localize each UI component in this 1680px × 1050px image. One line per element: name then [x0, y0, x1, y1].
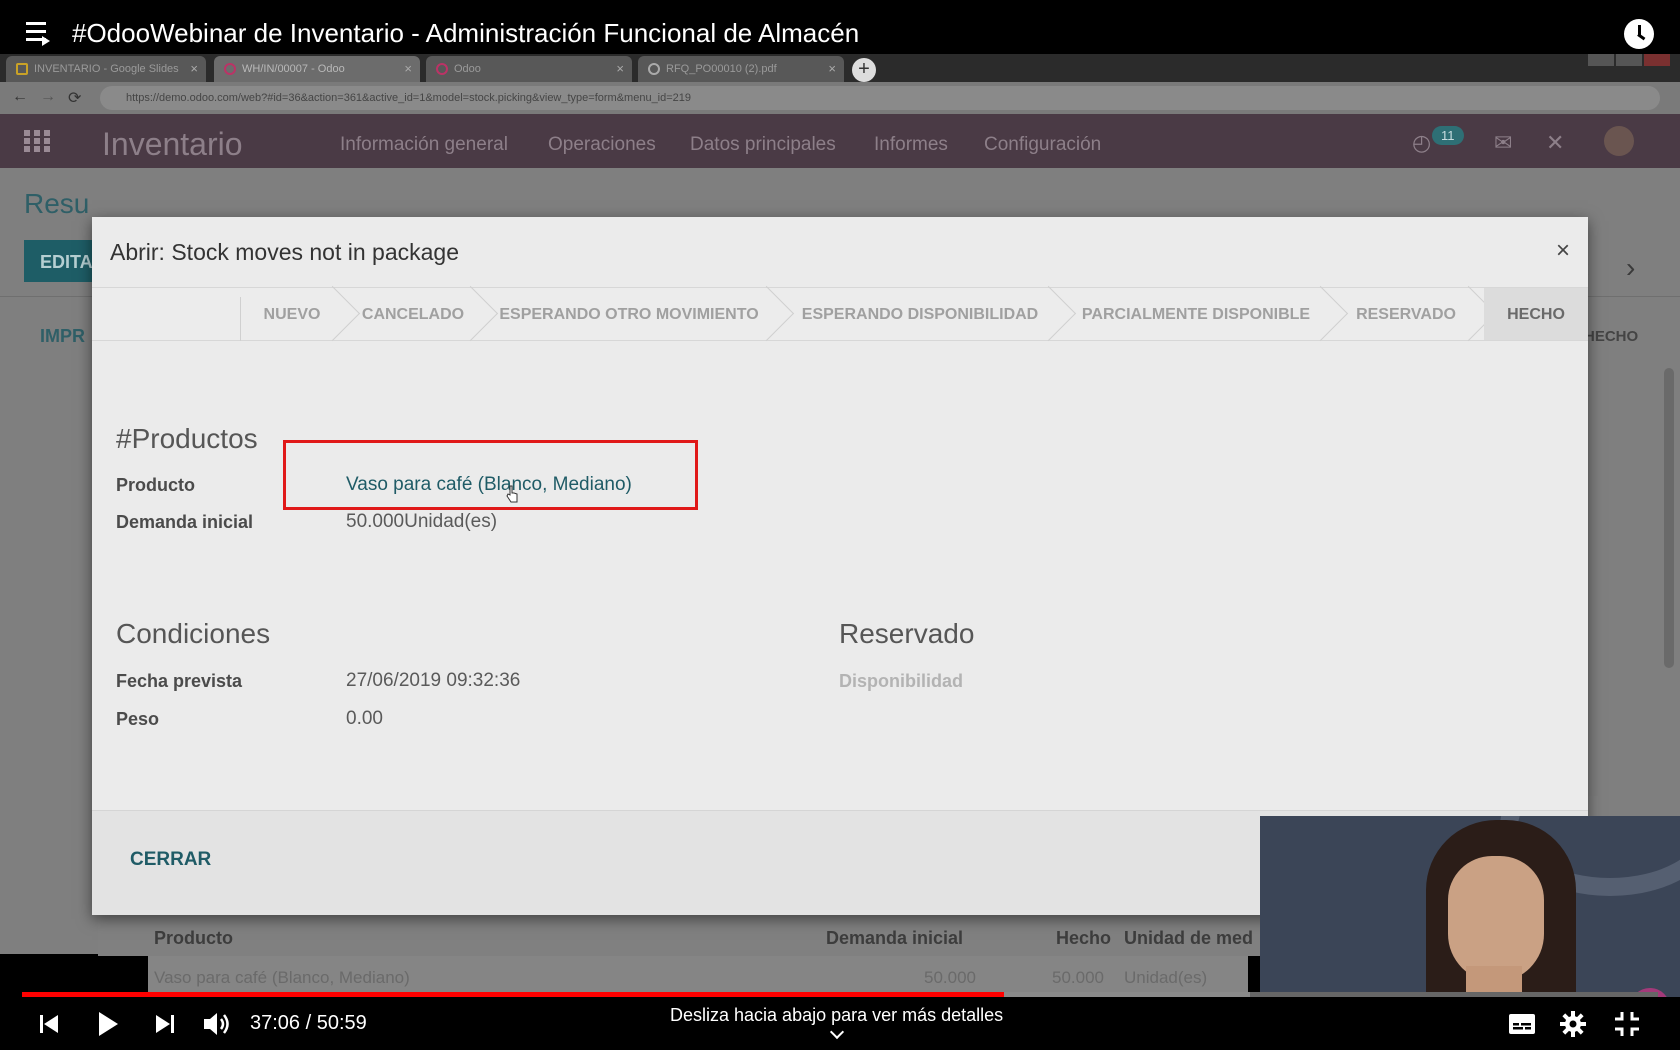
column-header-unidad[interactable]: Unidad de med — [1124, 928, 1253, 949]
page-scrollbar[interactable] — [1664, 368, 1674, 668]
highlight-box — [283, 440, 698, 510]
volume-icon[interactable] — [202, 1011, 232, 1037]
video-controls: 37:06 / 50:59 Desliza hacia abajo para v… — [0, 997, 1680, 1050]
column-header-demanda[interactable]: Demanda inicial — [826, 928, 963, 949]
close-button[interactable]: CERRAR — [130, 849, 211, 871]
stage-esperando-disponibilidad[interactable]: ESPERANDO DISPONIBILIDAD — [784, 288, 1056, 340]
apps-grid-icon[interactable] — [24, 130, 50, 152]
scroll-hint: Desliza hacia abajo para ver más detalle… — [670, 1005, 1004, 1025]
browser-tab-strip: INVENTARIO - Google Slides × WH/IN/00007… — [0, 54, 1680, 82]
chat-icon[interactable]: ✉ — [1494, 130, 1512, 156]
settings-gear-icon[interactable] — [1560, 1011, 1586, 1037]
field-label-peso: Peso — [116, 709, 160, 729]
menu-informes[interactable]: Informes — [874, 134, 948, 156]
menu-configuracion[interactable]: Configuración — [984, 134, 1101, 156]
time-display: 37:06 / 50:59 — [250, 1012, 367, 1034]
stock-move-dialog: Abrir: Stock moves not in package × NUEV… — [92, 217, 1588, 915]
section-heading-productos: #Productos — [116, 423, 258, 454]
odoo-icon — [224, 63, 236, 75]
maximize-window-icon[interactable] — [1616, 54, 1642, 66]
new-tab-button[interactable]: + — [852, 58, 876, 82]
globe-icon — [648, 63, 660, 75]
stage-nuevo[interactable]: NUEVO — [244, 288, 340, 340]
breadcrumb[interactable]: Resu — [24, 188, 89, 220]
status-bar: NUEVO CANCELADO ESPERANDO OTRO MOVIMIENT… — [92, 287, 1588, 341]
status-stage-done: HECHO — [1584, 328, 1639, 345]
watch-later-icon[interactable] — [1624, 19, 1654, 49]
menu-operaciones[interactable]: Operaciones — [548, 134, 656, 156]
table-cell: 50.000 — [924, 968, 976, 987]
activity-count-badge: 11 — [1432, 126, 1464, 145]
subtitles-icon[interactable] — [1508, 1013, 1536, 1035]
minimize-window-icon[interactable] — [1588, 54, 1614, 66]
video-title[interactable]: #OdooWebinar de Inventario - Administrac… — [72, 18, 859, 49]
browser-tab[interactable]: INVENTARIO - Google Slides × — [6, 56, 206, 82]
browser-tab[interactable]: WH/IN/00007 - Odoo × — [214, 56, 420, 82]
close-tab-icon[interactable]: × — [190, 61, 198, 76]
menu-informacion-general[interactable]: Información general — [340, 134, 508, 156]
field-label-producto: Producto — [116, 475, 195, 495]
browser-tab-label: WH/IN/00007 - Odoo — [242, 63, 345, 75]
browser-tab-label: INVENTARIO - Google Slides — [34, 63, 179, 75]
previous-video-icon[interactable] — [38, 1013, 60, 1035]
playlist-menu-icon[interactable] — [26, 22, 52, 46]
app-name[interactable]: Inventario — [102, 126, 243, 163]
browser-tab[interactable]: RFQ_PO00010 (2).pdf × — [638, 56, 844, 82]
back-arrow-icon[interactable]: ← — [12, 88, 28, 106]
stage-reservado[interactable]: RESERVADO — [1336, 288, 1476, 340]
menu-datos-principales[interactable]: Datos principales — [690, 134, 836, 156]
field-value-demanda: 50.000Unidad(es) — [346, 511, 498, 532]
close-tab-icon[interactable]: × — [828, 61, 836, 76]
field-value-fecha: 27/06/2019 09:32:36 — [346, 670, 521, 691]
debug-tools-icon[interactable]: ✕ — [1546, 130, 1564, 156]
close-tab-icon[interactable]: × — [404, 61, 412, 76]
forward-arrow-icon[interactable]: → — [40, 88, 56, 106]
hand-cursor-icon — [506, 485, 518, 503]
close-icon[interactable]: × — [1556, 237, 1570, 265]
chevron-down-icon — [829, 1024, 845, 1040]
column-header-hecho[interactable]: Hecho — [1056, 928, 1111, 949]
browser-tab-label: RFQ_PO00010 (2).pdf — [666, 63, 777, 75]
column-header-producto[interactable]: Producto — [154, 928, 233, 949]
field-label-disponibilidad: Disponibilidad — [839, 671, 963, 691]
video-player[interactable]: #OdooWebinar de Inventario - Administrac… — [0, 0, 1680, 1050]
field-label-fecha: Fecha prevista — [116, 671, 243, 691]
browser-tab-label: Odoo — [454, 63, 481, 75]
table-cell: 50.000 — [1052, 968, 1104, 987]
stage-parcialmente-disponible[interactable]: PARCIALMENTE DISPONIBLE — [1064, 288, 1328, 340]
stage-cancelado[interactable]: CANCELADO — [348, 288, 478, 340]
section-heading-condiciones: Condiciones — [116, 618, 271, 649]
browser-toolbar: ← → ⟳ https://demo.odoo.com/web?#id=36&a… — [0, 82, 1680, 114]
odoo-icon — [436, 63, 448, 75]
exit-fullscreen-icon[interactable] — [1614, 1011, 1640, 1037]
dialog-header: Abrir: Stock moves not in package × — [92, 217, 1588, 287]
print-button[interactable]: IMPR — [40, 326, 85, 347]
next-record-icon[interactable]: › — [1626, 252, 1635, 284]
edit-button[interactable]: EDITA — [24, 240, 94, 282]
stage-esperando-otro[interactable]: ESPERANDO OTRO MOVIMIENTO — [484, 288, 774, 340]
table-cell: Unidad(es) — [1124, 968, 1208, 987]
dialog-title: Abrir: Stock moves not in package — [110, 239, 459, 265]
next-video-icon[interactable] — [154, 1013, 176, 1035]
reload-icon[interactable]: ⟳ — [68, 88, 81, 108]
table-cell: Vaso para café (Blanco, Mediano) — [154, 968, 410, 987]
video-top-bar: #OdooWebinar de Inventario - Administrac… — [0, 0, 1680, 54]
close-tab-icon[interactable]: × — [616, 61, 624, 76]
field-label-demanda: Demanda inicial — [116, 512, 254, 532]
field-value-peso: 0.00 — [346, 708, 383, 729]
close-window-icon[interactable] — [1644, 54, 1670, 66]
address-bar[interactable]: https://demo.odoo.com/web?#id=36&action=… — [100, 86, 1660, 110]
browser-window: INVENTARIO - Google Slides × WH/IN/00007… — [0, 54, 1680, 1022]
play-icon[interactable] — [96, 1011, 120, 1037]
browser-tab[interactable]: Odoo × — [426, 56, 632, 82]
activity-clock-icon[interactable]: ◴ — [1412, 130, 1431, 156]
section-heading-reservado: Reservado — [839, 618, 975, 649]
user-avatar[interactable] — [1604, 126, 1634, 156]
slides-icon — [16, 63, 28, 75]
stage-hecho-current[interactable]: HECHO — [1484, 288, 1588, 340]
odoo-navbar: Inventario Información general Operacion… — [0, 114, 1680, 168]
